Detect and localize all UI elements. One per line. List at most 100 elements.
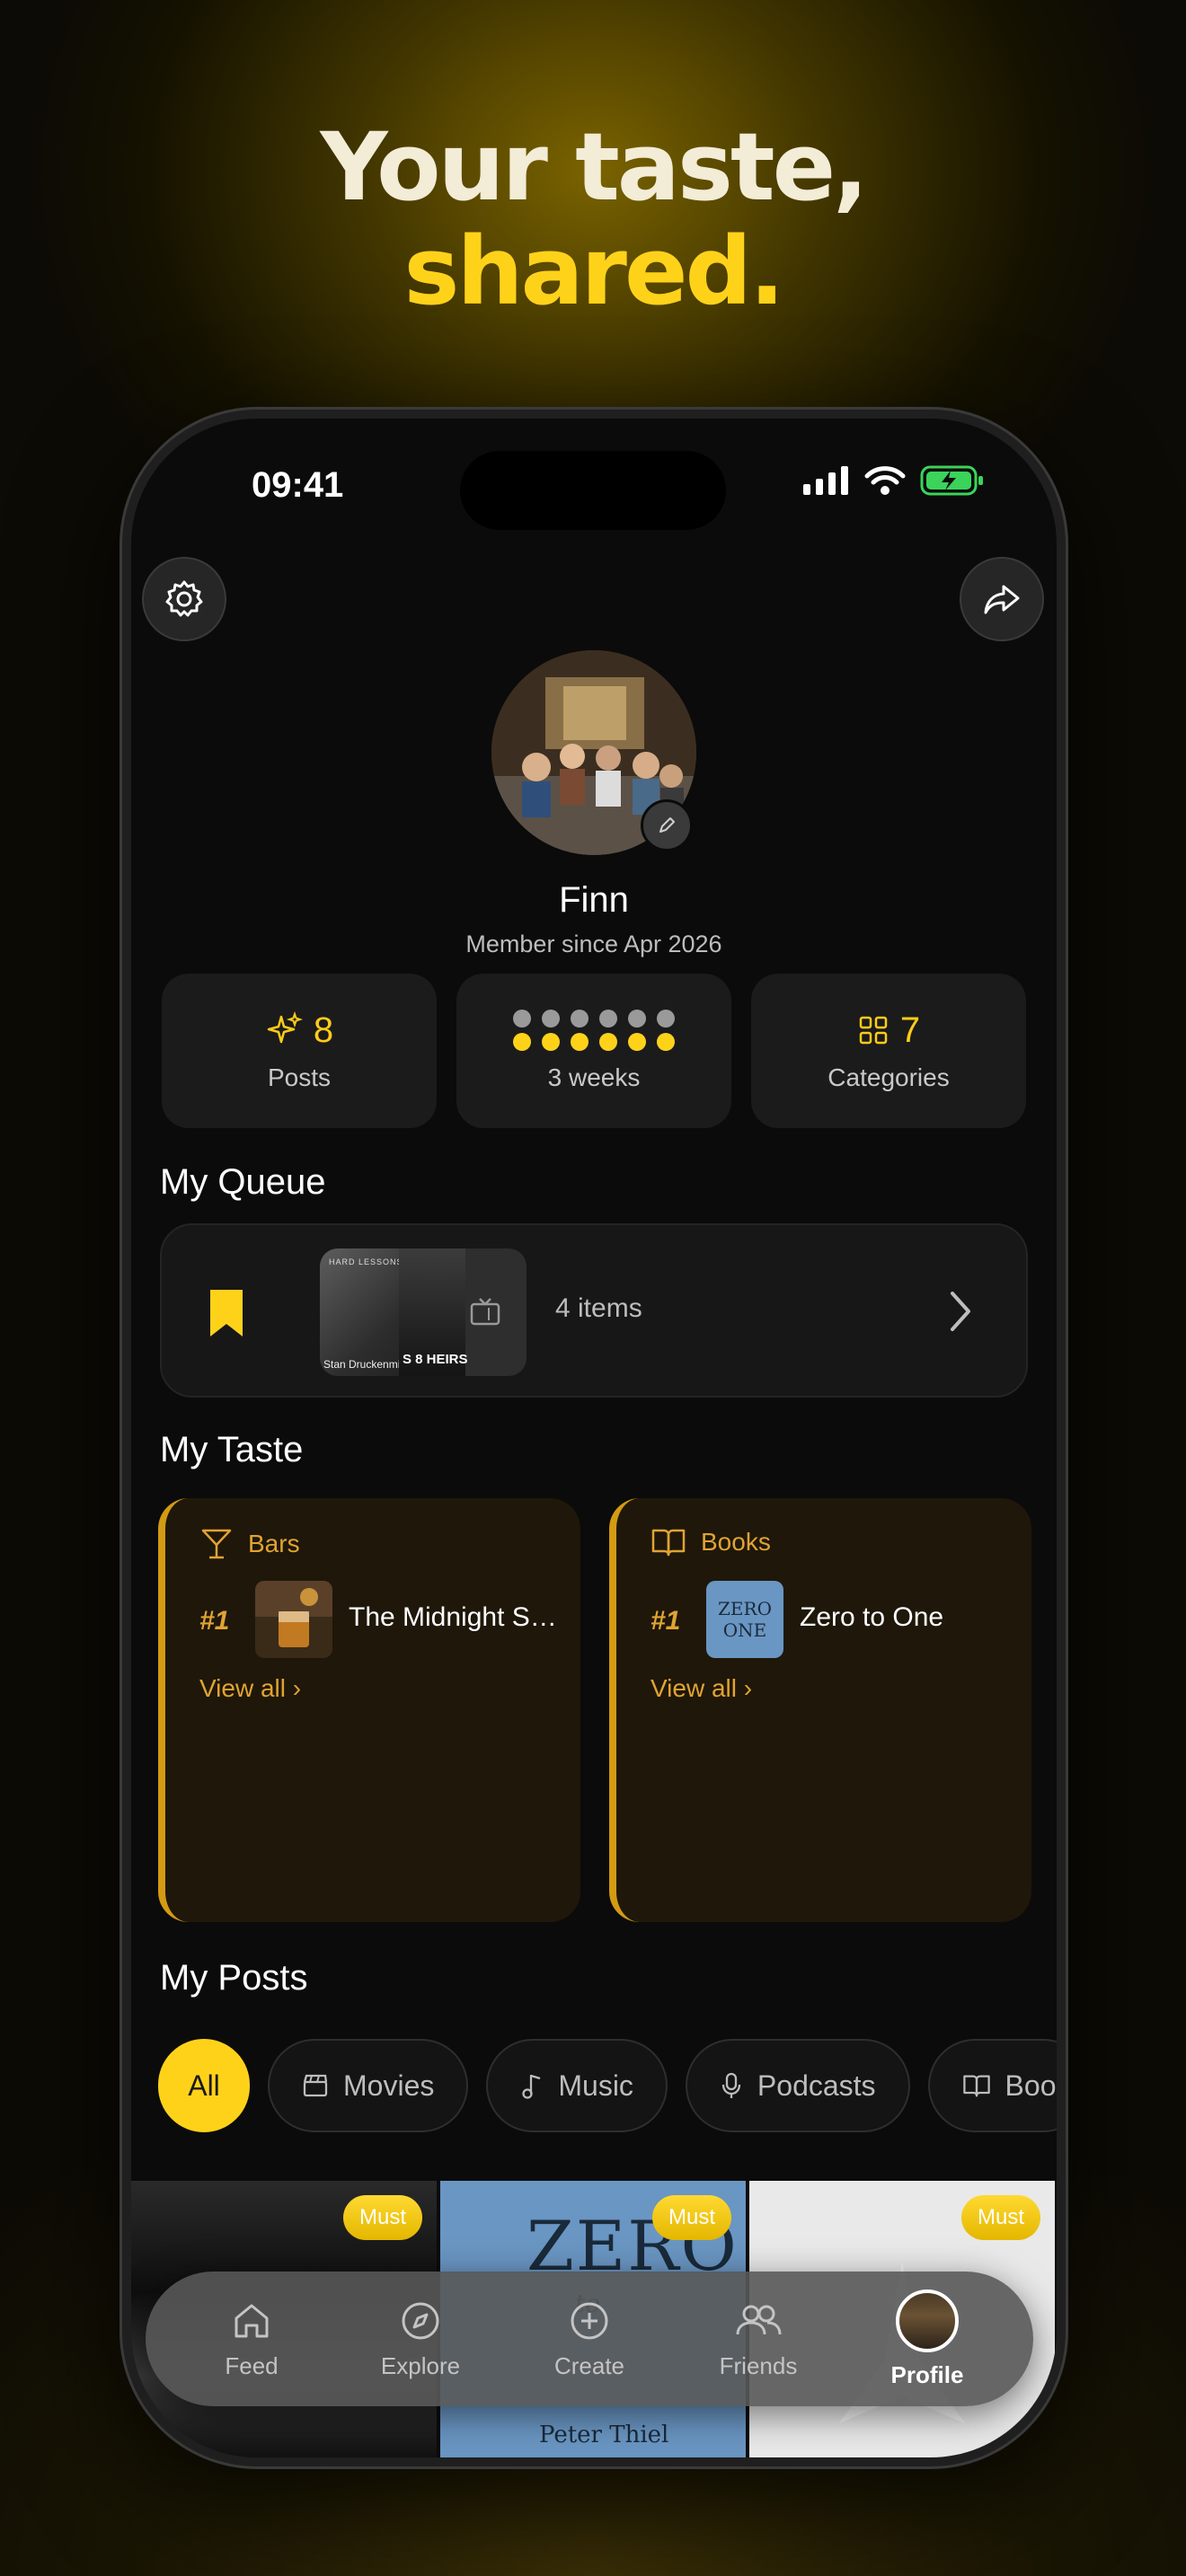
taste-card-books-rank: #1 (651, 1606, 681, 1636)
grid-icon (859, 1016, 888, 1045)
member-since: Member since Apr 2026 (465, 931, 722, 957)
profile-name: Finn (559, 880, 629, 920)
filter-chip-books[interactable]: Boo (927, 2039, 1057, 2132)
filter-chip-books-label: Boo (1005, 2069, 1057, 2102)
streak-dot (571, 1010, 589, 1028)
filter-chip-music[interactable]: Music (486, 2039, 668, 2132)
microphone-icon (721, 2072, 741, 2098)
queue-thumbnails: HARD LESSONS Stan Druckenmiller S 8 HEIR… (320, 1248, 527, 1376)
filter-chip-podcasts[interactable]: Podcasts (685, 2039, 910, 2132)
status-time: 09:41 (252, 465, 344, 505)
streak-dot (542, 1010, 560, 1028)
pencil-icon (659, 817, 675, 833)
headline-line-1: Your taste, (320, 112, 868, 222)
streak-dot (513, 1010, 531, 1028)
tab-feed-label: Feed (225, 2351, 279, 2379)
cocktail-icon (201, 1529, 232, 1559)
stat-categories[interactable]: 7 Categories (751, 974, 1026, 1128)
tab-explore[interactable]: Explore (344, 2298, 497, 2380)
stat-categories-label: Categories (828, 1063, 950, 1091)
sparkle-icon (267, 1011, 303, 1044)
tab-profile[interactable]: Profile (851, 2289, 1004, 2389)
profile-avatar[interactable] (491, 650, 696, 855)
filter-chip-music-label: Music (558, 2069, 633, 2102)
status-icons (803, 465, 985, 496)
book-icon (962, 2075, 990, 2097)
queue-thumb-1-caption: HARD LESSONS (329, 1257, 403, 1266)
taste-card-books-category: Books (701, 1528, 771, 1556)
tab-create-label: Create (553, 2351, 625, 2379)
bar-cover-image (255, 1581, 332, 1658)
wifi-icon (864, 466, 906, 495)
filter-chip-all-label: All (188, 2069, 220, 2102)
share-button[interactable] (960, 557, 1044, 641)
bookmark-icon (210, 1290, 243, 1337)
book-icon (651, 1529, 686, 1557)
queue-card[interactable]: HARD LESSONS Stan Druckenmiller S 8 HEIR… (160, 1223, 1028, 1398)
streak-dot (599, 1033, 617, 1051)
edit-avatar-button[interactable] (641, 799, 693, 851)
tab-profile-avatar (896, 2289, 959, 2352)
stat-categories-value: 7 (899, 1010, 921, 1050)
chevron-right-icon (951, 1292, 970, 1331)
stat-posts-value: 8 (313, 1010, 334, 1050)
friends-icon (736, 2305, 782, 2334)
queue-thumb-2-caption: S 8 HEIRS (403, 1352, 468, 1367)
taste-card-bars-view-all[interactable]: View all › (199, 1674, 301, 1703)
taste-card-bars[interactable]: Bars #1 The Midnight So... View all › (158, 1498, 580, 1922)
taste-card-bars-rank: #1 (199, 1606, 230, 1636)
my-queue-title: My Queue (160, 1162, 326, 1202)
streak-dot (513, 1033, 531, 1051)
tab-friends[interactable]: Friends (682, 2298, 835, 2380)
phone-screen: 09:41 Finn Member since Apr 2026 8 Posts… (131, 419, 1057, 2457)
zero-cover-author: Peter Thiel (539, 2422, 669, 2448)
streak-dot (628, 1010, 646, 1028)
home-icon (235, 2304, 269, 2337)
streak-dot (657, 1033, 675, 1051)
streak-dot (628, 1033, 646, 1051)
taste-card-books-item: Zero to One (800, 1602, 944, 1632)
streak-dot (657, 1010, 675, 1028)
tab-create[interactable]: Create (513, 2298, 666, 2380)
book-cover-text: ZERO ONE (718, 1598, 772, 1641)
my-posts-title: My Posts (160, 1958, 308, 1998)
streak-dot (571, 1033, 589, 1051)
must-badge: Must (651, 2195, 731, 2240)
music-note-icon (522, 2074, 541, 2099)
headline-line-2: shared. (403, 216, 785, 326)
battery-charging-icon (920, 465, 983, 496)
taste-card-bars-item: The Midnight So... (349, 1602, 564, 1632)
taste-card-books-header: Books (651, 1527, 771, 1557)
filter-chip-movies[interactable]: Movies (268, 2039, 469, 2132)
tab-friends-label: Friends (719, 2351, 798, 2379)
stat-streak[interactable]: 3 weeks (456, 974, 731, 1128)
streak-dot (599, 1010, 617, 1028)
headline: Your taste, shared. (0, 115, 1186, 323)
taste-card-books[interactable]: Books #1 ZERO ONE Zero to One View all › (609, 1498, 1031, 1922)
tab-profile-label: Profile (890, 2360, 964, 2388)
must-badge: Must (960, 2195, 1040, 2240)
tv-icon (470, 1298, 500, 1326)
filter-chip-podcasts-label: Podcasts (757, 2069, 876, 2102)
stat-streak-label: 3 weeks (547, 1063, 641, 1091)
my-taste-title: My Taste (160, 1430, 304, 1469)
tab-feed[interactable]: Feed (175, 2298, 328, 2380)
tab-bar: Feed Explore Create Friends Profile (146, 2272, 1033, 2406)
cellular-signal-icon (803, 466, 848, 495)
streak-dots (513, 1010, 675, 1051)
settings-button[interactable] (142, 557, 226, 641)
compass-icon (402, 2302, 439, 2339)
share-icon (984, 585, 1020, 614)
taste-card-bars-category: Bars (248, 1530, 300, 1557)
queue-count: 4 items (555, 1293, 642, 1323)
plus-circle-icon (571, 2302, 608, 2339)
stat-posts[interactable]: 8 Posts (162, 974, 437, 1128)
filter-chip-all[interactable]: All (158, 2039, 250, 2132)
taste-card-books-view-all[interactable]: View all › (651, 1674, 752, 1703)
streak-dot (542, 1033, 560, 1051)
post-filter-chips: All Movies Music Podcasts Boo (158, 2039, 1057, 2132)
dynamic-island (460, 451, 726, 530)
gear-icon (165, 580, 203, 617)
tab-explore-label: Explore (380, 2351, 461, 2379)
taste-card-bars-header: Bars (199, 1527, 300, 1561)
